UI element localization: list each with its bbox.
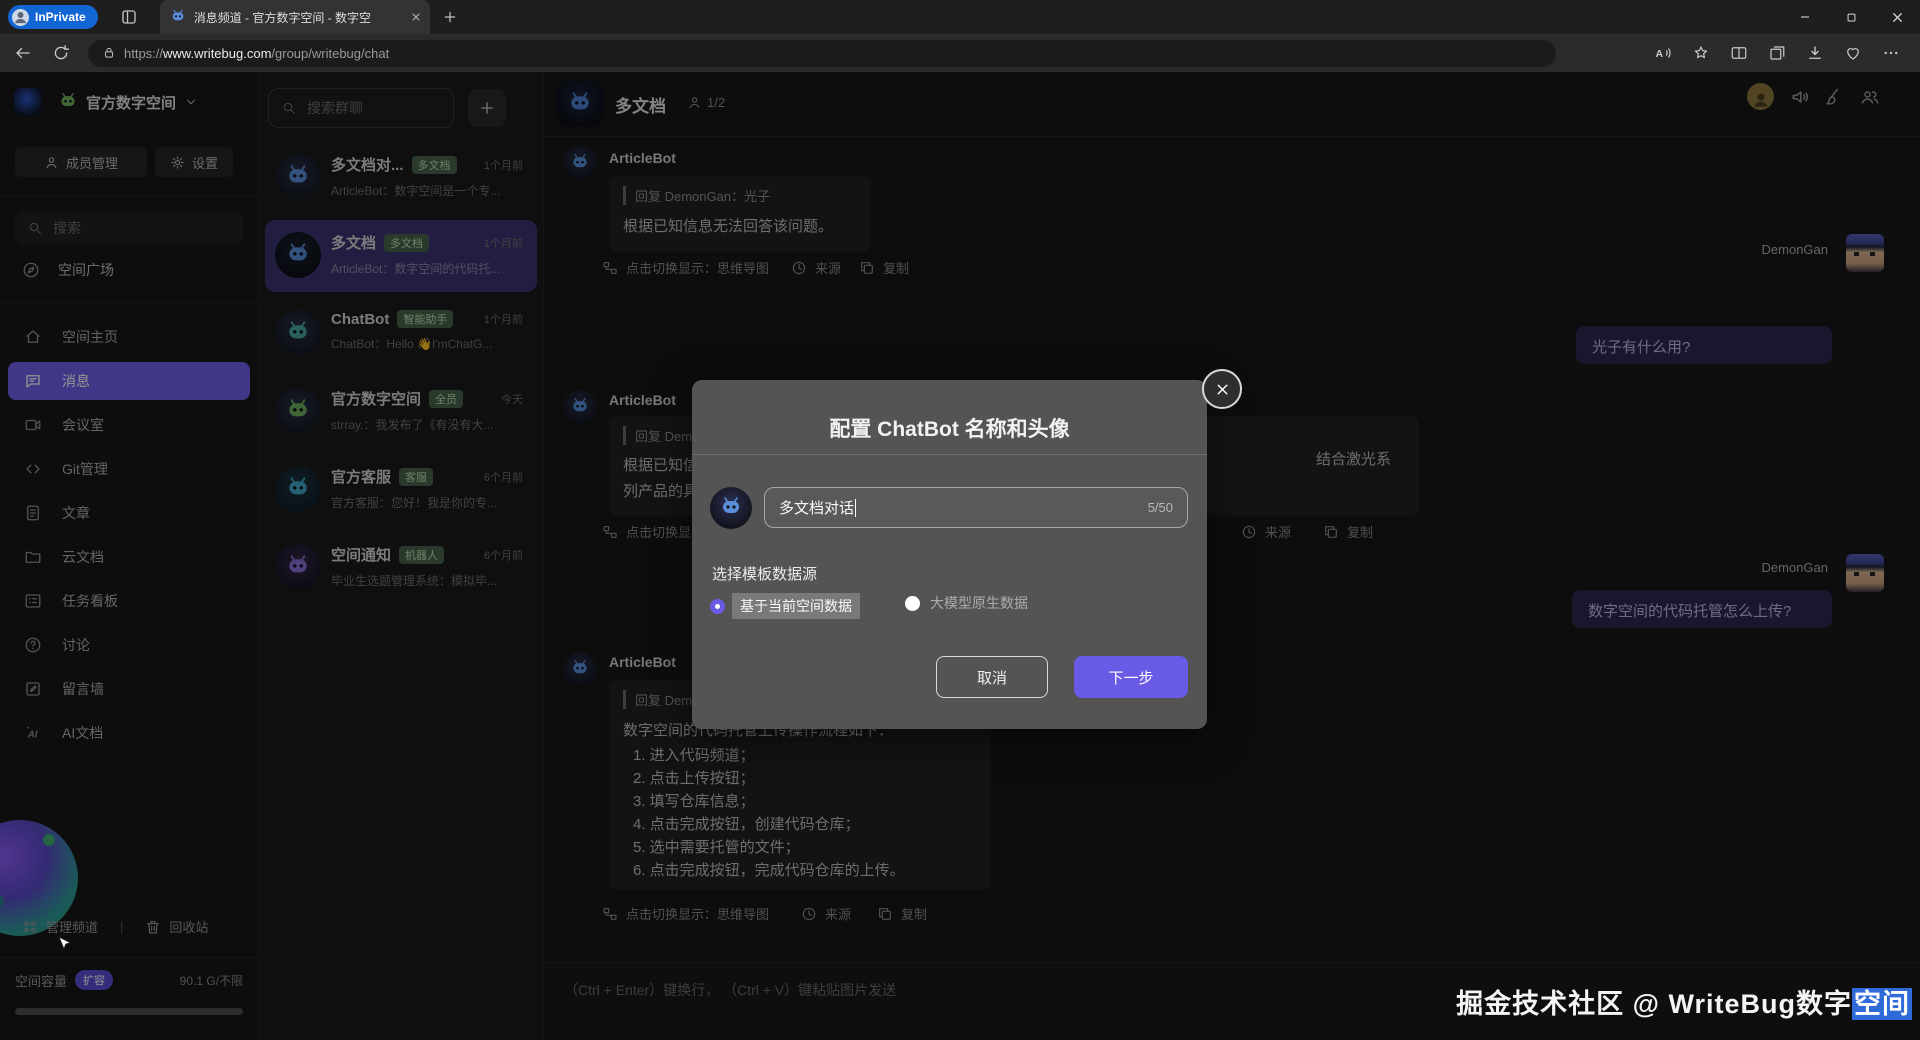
workspaces-icon[interactable] <box>120 8 138 26</box>
url-path: /group/writebug/chat <box>271 46 389 61</box>
modal-divider <box>692 454 1207 455</box>
char-counter: 5/50 <box>1148 500 1173 515</box>
browser-tab-bar: InPrivate 消息频道 - 官方数字空间 - 数字空 <box>0 0 1920 34</box>
mouse-cursor <box>56 934 72 954</box>
tab-favicon-bot-icon <box>170 9 186 25</box>
watermark: 掘金技术社区 @ WriteBug数字空间 <box>1456 982 1912 1021</box>
chatbot-avatar[interactable] <box>710 487 752 529</box>
text-caret <box>855 499 856 517</box>
chatbot-name-input[interactable]: 多文档对话 5/50 <box>764 487 1188 528</box>
radio-option-label: 基于当前空间数据 <box>732 593 860 619</box>
profile-avatar-icon <box>12 9 29 26</box>
chatbot-config-modal: 配置 ChatBot 名称和头像 多文档对话 5/50 选择模板数据源 基于当前… <box>692 380 1207 729</box>
close-icon <box>1214 381 1231 398</box>
screen: InPrivate 消息频道 - 官方数字空间 - 数字空 https://ww… <box>0 0 1920 1040</box>
browser-toolbar: https://www.writebug.com/group/writebug/… <box>0 34 1920 72</box>
lock-icon <box>102 46 116 60</box>
radio-option-label: 大模型原生数据 <box>930 593 1028 613</box>
datasource-section-label: 选择模板数据源 <box>712 563 817 584</box>
url-domain: www.writebug.com <box>163 46 271 61</box>
radio-unselected-icon[interactable] <box>905 596 920 611</box>
chatbot-name-value: 多文档对话 <box>779 497 854 518</box>
watermark-text: 掘金技术社区 @ WriteBug数字 <box>1456 989 1852 1019</box>
url-protocol: https:// <box>124 46 163 61</box>
window-close-button[interactable] <box>1874 0 1920 34</box>
inprivate-badge[interactable]: InPrivate <box>8 5 98 29</box>
browser-essentials-icon[interactable] <box>1844 44 1862 62</box>
window-minimize-button[interactable] <box>1782 0 1828 34</box>
address-bar[interactable]: https://www.writebug.com/group/writebug/… <box>88 40 1556 67</box>
window-maximize-button[interactable] <box>1828 0 1874 34</box>
watermark-highlight: 空间 <box>1852 988 1912 1020</box>
tab-title: 消息频道 - 官方数字空间 - 数字空 <box>194 9 402 26</box>
downloads-icon[interactable] <box>1806 44 1824 62</box>
radio-selected-icon[interactable] <box>710 599 725 614</box>
radio-option-space-data[interactable]: 基于当前空间数据 <box>710 593 860 619</box>
cancel-button[interactable]: 取消 <box>936 656 1048 698</box>
next-step-button[interactable]: 下一步 <box>1074 656 1188 698</box>
split-screen-icon[interactable] <box>1730 44 1748 62</box>
browser-tab-active[interactable]: 消息频道 - 官方数字空间 - 数字空 <box>160 0 430 34</box>
new-tab-icon[interactable] <box>442 9 458 25</box>
more-menu-icon[interactable] <box>1882 44 1900 62</box>
radio-option-model-data[interactable]: 大模型原生数据 <box>905 593 1028 613</box>
read-aloud-icon[interactable] <box>1654 44 1672 62</box>
inprivate-label: InPrivate <box>35 10 86 24</box>
modal-title: 配置 ChatBot 名称和头像 <box>692 413 1207 443</box>
favorite-star-icon[interactable] <box>1692 44 1710 62</box>
modal-close-button[interactable] <box>1202 369 1242 409</box>
tab-close-icon[interactable] <box>410 11 422 23</box>
refresh-icon[interactable] <box>52 44 70 62</box>
collections-icon[interactable] <box>1768 44 1786 62</box>
back-icon[interactable] <box>14 44 32 62</box>
